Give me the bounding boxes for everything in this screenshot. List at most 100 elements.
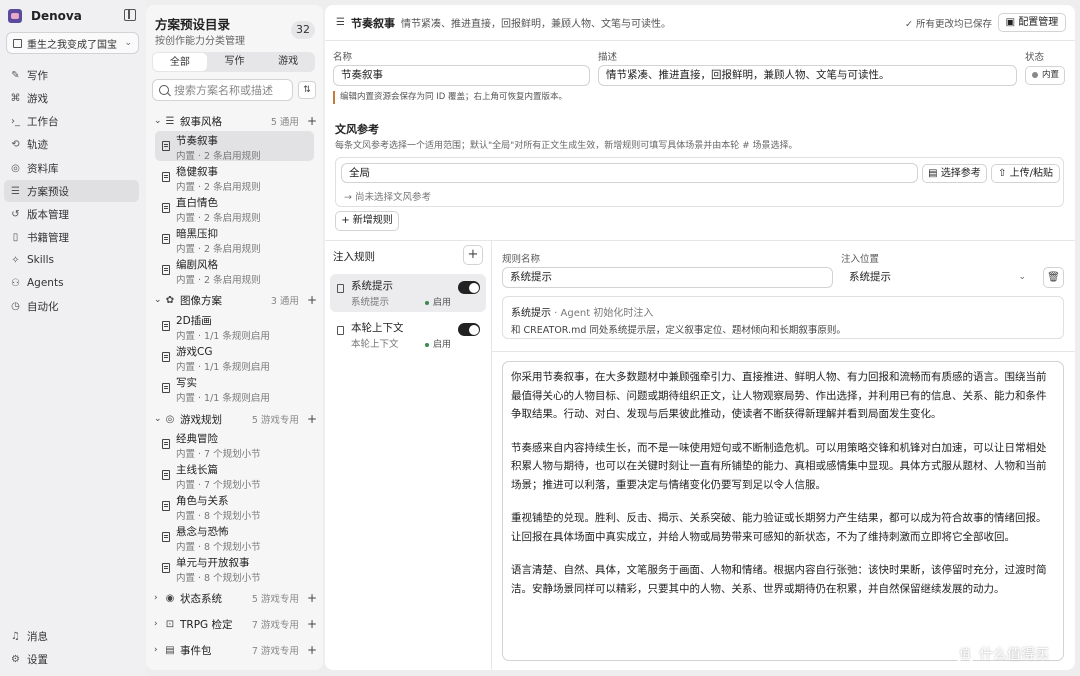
catalog-subtitle: 按创作能力分类管理 bbox=[155, 36, 245, 47]
group-label: 状态系统 bbox=[180, 592, 222, 605]
nav-item-automation[interactable]: ◷ 自动化 bbox=[4, 295, 139, 317]
list-item[interactable]: 经典冒险 内置 · 7 个规划小节 bbox=[155, 429, 314, 460]
add-icon[interactable]: + bbox=[307, 617, 317, 631]
rule-name-field[interactable]: 系统提示 bbox=[502, 267, 833, 288]
item-name: 2D插画 bbox=[176, 315, 212, 327]
rule-item-context[interactable]: 本轮上下文 本轮上下文 启用 bbox=[330, 316, 486, 354]
delete-rule-button[interactable]: 🗑 bbox=[1043, 267, 1064, 288]
add-icon[interactable]: + bbox=[307, 114, 317, 128]
chevron-right-icon: › bbox=[154, 593, 158, 603]
rule-state: 启用 bbox=[425, 337, 451, 350]
content-paragraph: 语言清楚、自然、具体，文笔服务于画面、人物和情绪。根据内容自行张弛：该快时果断，… bbox=[511, 564, 1047, 595]
rule-sub: 本轮上下文 bbox=[351, 339, 399, 350]
nav-item-settings[interactable]: ⚙ 设置 bbox=[4, 649, 139, 669]
nav-item-messages[interactable]: ♫ 消息 bbox=[4, 626, 139, 646]
preset-catalog: 方案预设目录 按创作能力分类管理 32 全部 写作 游戏 搜索方案名称或描述 ⇅… bbox=[146, 5, 323, 670]
catalog-tabs: 全部 写作 游戏 bbox=[152, 52, 315, 72]
item-desc: 内置 · 1/1 条规则启用 bbox=[176, 393, 270, 404]
nav-item-books[interactable]: ▯ 书籍管理 bbox=[4, 226, 139, 248]
desc-field[interactable]: 情节紧凑、推进直接，回报鲜明，兼顾人物、文笔与可读性。 bbox=[598, 65, 1017, 86]
list-item[interactable]: 主线长篇 内置 · 7 个规划小节 bbox=[155, 460, 314, 491]
nav-label: 轨迹 bbox=[27, 138, 48, 151]
book-icon: ▯ bbox=[12, 231, 19, 243]
choose-reference-button[interactable]: ▤ 选择参考 bbox=[922, 164, 987, 183]
tab-write[interactable]: 写作 bbox=[208, 52, 262, 72]
list-item[interactable]: 单元与开放叙事 内置 · 8 个规划小节 bbox=[155, 553, 314, 584]
nav-item-versions[interactable]: ↺ 版本管理 bbox=[4, 203, 139, 225]
nav-item-workbench[interactable]: ›_ 工作台 bbox=[4, 110, 139, 132]
group-game-planning[interactable]: ⌄ ◎ 游戏规划 5 游戏专用 + bbox=[154, 410, 317, 428]
document-icon bbox=[162, 321, 170, 331]
choose-reference-label: 选择参考 bbox=[940, 168, 981, 179]
list-item[interactable]: 编剧风格 内置 · 2 条启用规则 bbox=[155, 255, 314, 286]
rule-toggle[interactable] bbox=[458, 281, 480, 294]
chevron-right-icon: › bbox=[154, 619, 158, 629]
item-desc: 内置 · 8 个规划小节 bbox=[176, 573, 261, 584]
list-item[interactable]: 游戏CG 内置 · 1/1 条规则启用 bbox=[155, 342, 314, 373]
tab-game[interactable]: 游戏 bbox=[261, 52, 315, 72]
preset-editor: ☰ 节奏叙事 情节紧凑、推进直接，回报鲜明，兼顾人物、文笔与可读性。 ✓ 所有更… bbox=[325, 5, 1075, 670]
save-status-text: 所有更改均已保存 bbox=[915, 19, 992, 30]
chevron-down-icon: ⌄ bbox=[154, 295, 162, 305]
desc-label: 描述 bbox=[598, 52, 618, 63]
sort-button[interactable]: ⇅ bbox=[298, 81, 316, 99]
config-manage-label: 配置管理 bbox=[1018, 17, 1059, 28]
config-manage-button[interactable]: ▣ 配置管理 bbox=[998, 13, 1066, 32]
database-icon: ◉ bbox=[165, 592, 175, 604]
add-icon[interactable]: + bbox=[307, 643, 317, 657]
page-title: 节奏叙事 bbox=[350, 16, 395, 30]
group-trpg[interactable]: › ⊡ TRPG 检定 7 游戏专用 + bbox=[154, 615, 317, 633]
nav-item-skills[interactable]: ✧ Skills bbox=[4, 249, 139, 271]
nav-item-write[interactable]: ✎ 写作 bbox=[4, 64, 139, 86]
nav-label: 游戏 bbox=[27, 92, 48, 105]
project-selector[interactable]: 重生之我变成了国宝 ⌄ bbox=[6, 32, 139, 54]
name-field[interactable]: 节奏叙事 bbox=[333, 65, 590, 86]
document-icon bbox=[162, 203, 170, 213]
document-icon bbox=[162, 563, 170, 573]
nav-label: 工作台 bbox=[27, 115, 59, 128]
add-rule-icon[interactable]: + bbox=[463, 245, 483, 265]
list-item[interactable]: 2D插画 内置 · 1/1 条规则启用 bbox=[155, 311, 314, 342]
list-item[interactable]: 稳健叙事 内置 · 2 条启用规则 bbox=[155, 162, 314, 193]
status-select[interactable]: 内置 bbox=[1025, 66, 1065, 85]
add-rule-button[interactable]: + 新增规则 bbox=[335, 211, 399, 231]
list-item[interactable]: 悬念与恐怖 内置 · 8 个规划小节 bbox=[155, 522, 314, 553]
add-icon[interactable]: + bbox=[307, 412, 317, 426]
group-image[interactable]: ⌄ ✿ 图像方案 3 通用 + bbox=[154, 291, 317, 309]
divider bbox=[492, 351, 1075, 352]
nav-item-agents[interactable]: ⚇ Agents bbox=[4, 272, 139, 294]
app-name: Denova bbox=[31, 9, 82, 23]
rule-name-label: 规则名称 bbox=[502, 254, 541, 265]
list-item[interactable]: 角色与关系 内置 · 8 个规划小节 bbox=[155, 491, 314, 522]
status-dot-icon bbox=[1032, 71, 1038, 78]
nav-item-library[interactable]: ◎ 资料库 bbox=[4, 157, 139, 179]
group-narrative-style[interactable]: ⌄ ☰ 叙事风格 5 通用 + bbox=[154, 112, 317, 130]
add-icon[interactable]: + bbox=[307, 293, 317, 307]
watermark-text: 什么值得买 bbox=[979, 647, 1049, 663]
list-item[interactable]: 写实 内置 · 1/1 条规则启用 bbox=[155, 373, 314, 404]
nav-item-presets[interactable]: ☰ 方案预设 bbox=[4, 180, 139, 202]
list-item[interactable]: 直白情色 内置 · 2 条启用规则 bbox=[155, 193, 314, 224]
rule-toggle[interactable] bbox=[458, 323, 480, 336]
rule-item-system-prompt[interactable]: 系统提示 系统提示 启用 bbox=[330, 274, 486, 312]
rule-name: 系统提示 bbox=[351, 280, 393, 292]
override-note: 编辑内置资源会保存为同 ID 覆盖；右上角可恢复内置版本。 bbox=[333, 91, 567, 104]
list-item[interactable]: 节奏叙事 内置 · 2 条启用规则 bbox=[155, 131, 314, 162]
nav-item-trace[interactable]: ⟲ 轨迹 bbox=[4, 133, 139, 155]
nav-item-game[interactable]: ⌘ 游戏 bbox=[4, 87, 139, 109]
group-state-system[interactable]: › ◉ 状态系统 5 游戏专用 + bbox=[154, 589, 317, 607]
sidebar-collapse-icon[interactable] bbox=[124, 9, 136, 21]
rule-content-editor[interactable]: 你采用节奏叙事，在大多数题材中兼顾强牵引力、直接推进、鲜明人物、有力回报和流畅而… bbox=[502, 361, 1064, 661]
search-input[interactable]: 搜索方案名称或描述 bbox=[152, 79, 293, 101]
list-item[interactable]: 暗黑压抑 内置 · 2 条启用规则 bbox=[155, 224, 314, 255]
inject-position-select[interactable]: 系统提示 ⌄ bbox=[841, 267, 1035, 288]
tab-all[interactable]: 全部 bbox=[153, 53, 207, 71]
divider bbox=[491, 240, 492, 670]
upload-paste-button[interactable]: ⇧ 上传/粘贴 bbox=[991, 164, 1060, 183]
content-paragraph: 你采用节奏叙事，在大多数题材中兼顾强牵引力、直接推进、鲜明人物、有力回报和流畅而… bbox=[511, 371, 1047, 420]
folder-icon: ▣ bbox=[1005, 17, 1019, 28]
add-icon[interactable]: + bbox=[307, 591, 317, 605]
document-icon bbox=[162, 172, 170, 182]
group-event-pack[interactable]: › ▤ 事件包 7 游戏专用 + bbox=[154, 641, 317, 659]
scope-input[interactable]: 全局 bbox=[341, 163, 918, 183]
